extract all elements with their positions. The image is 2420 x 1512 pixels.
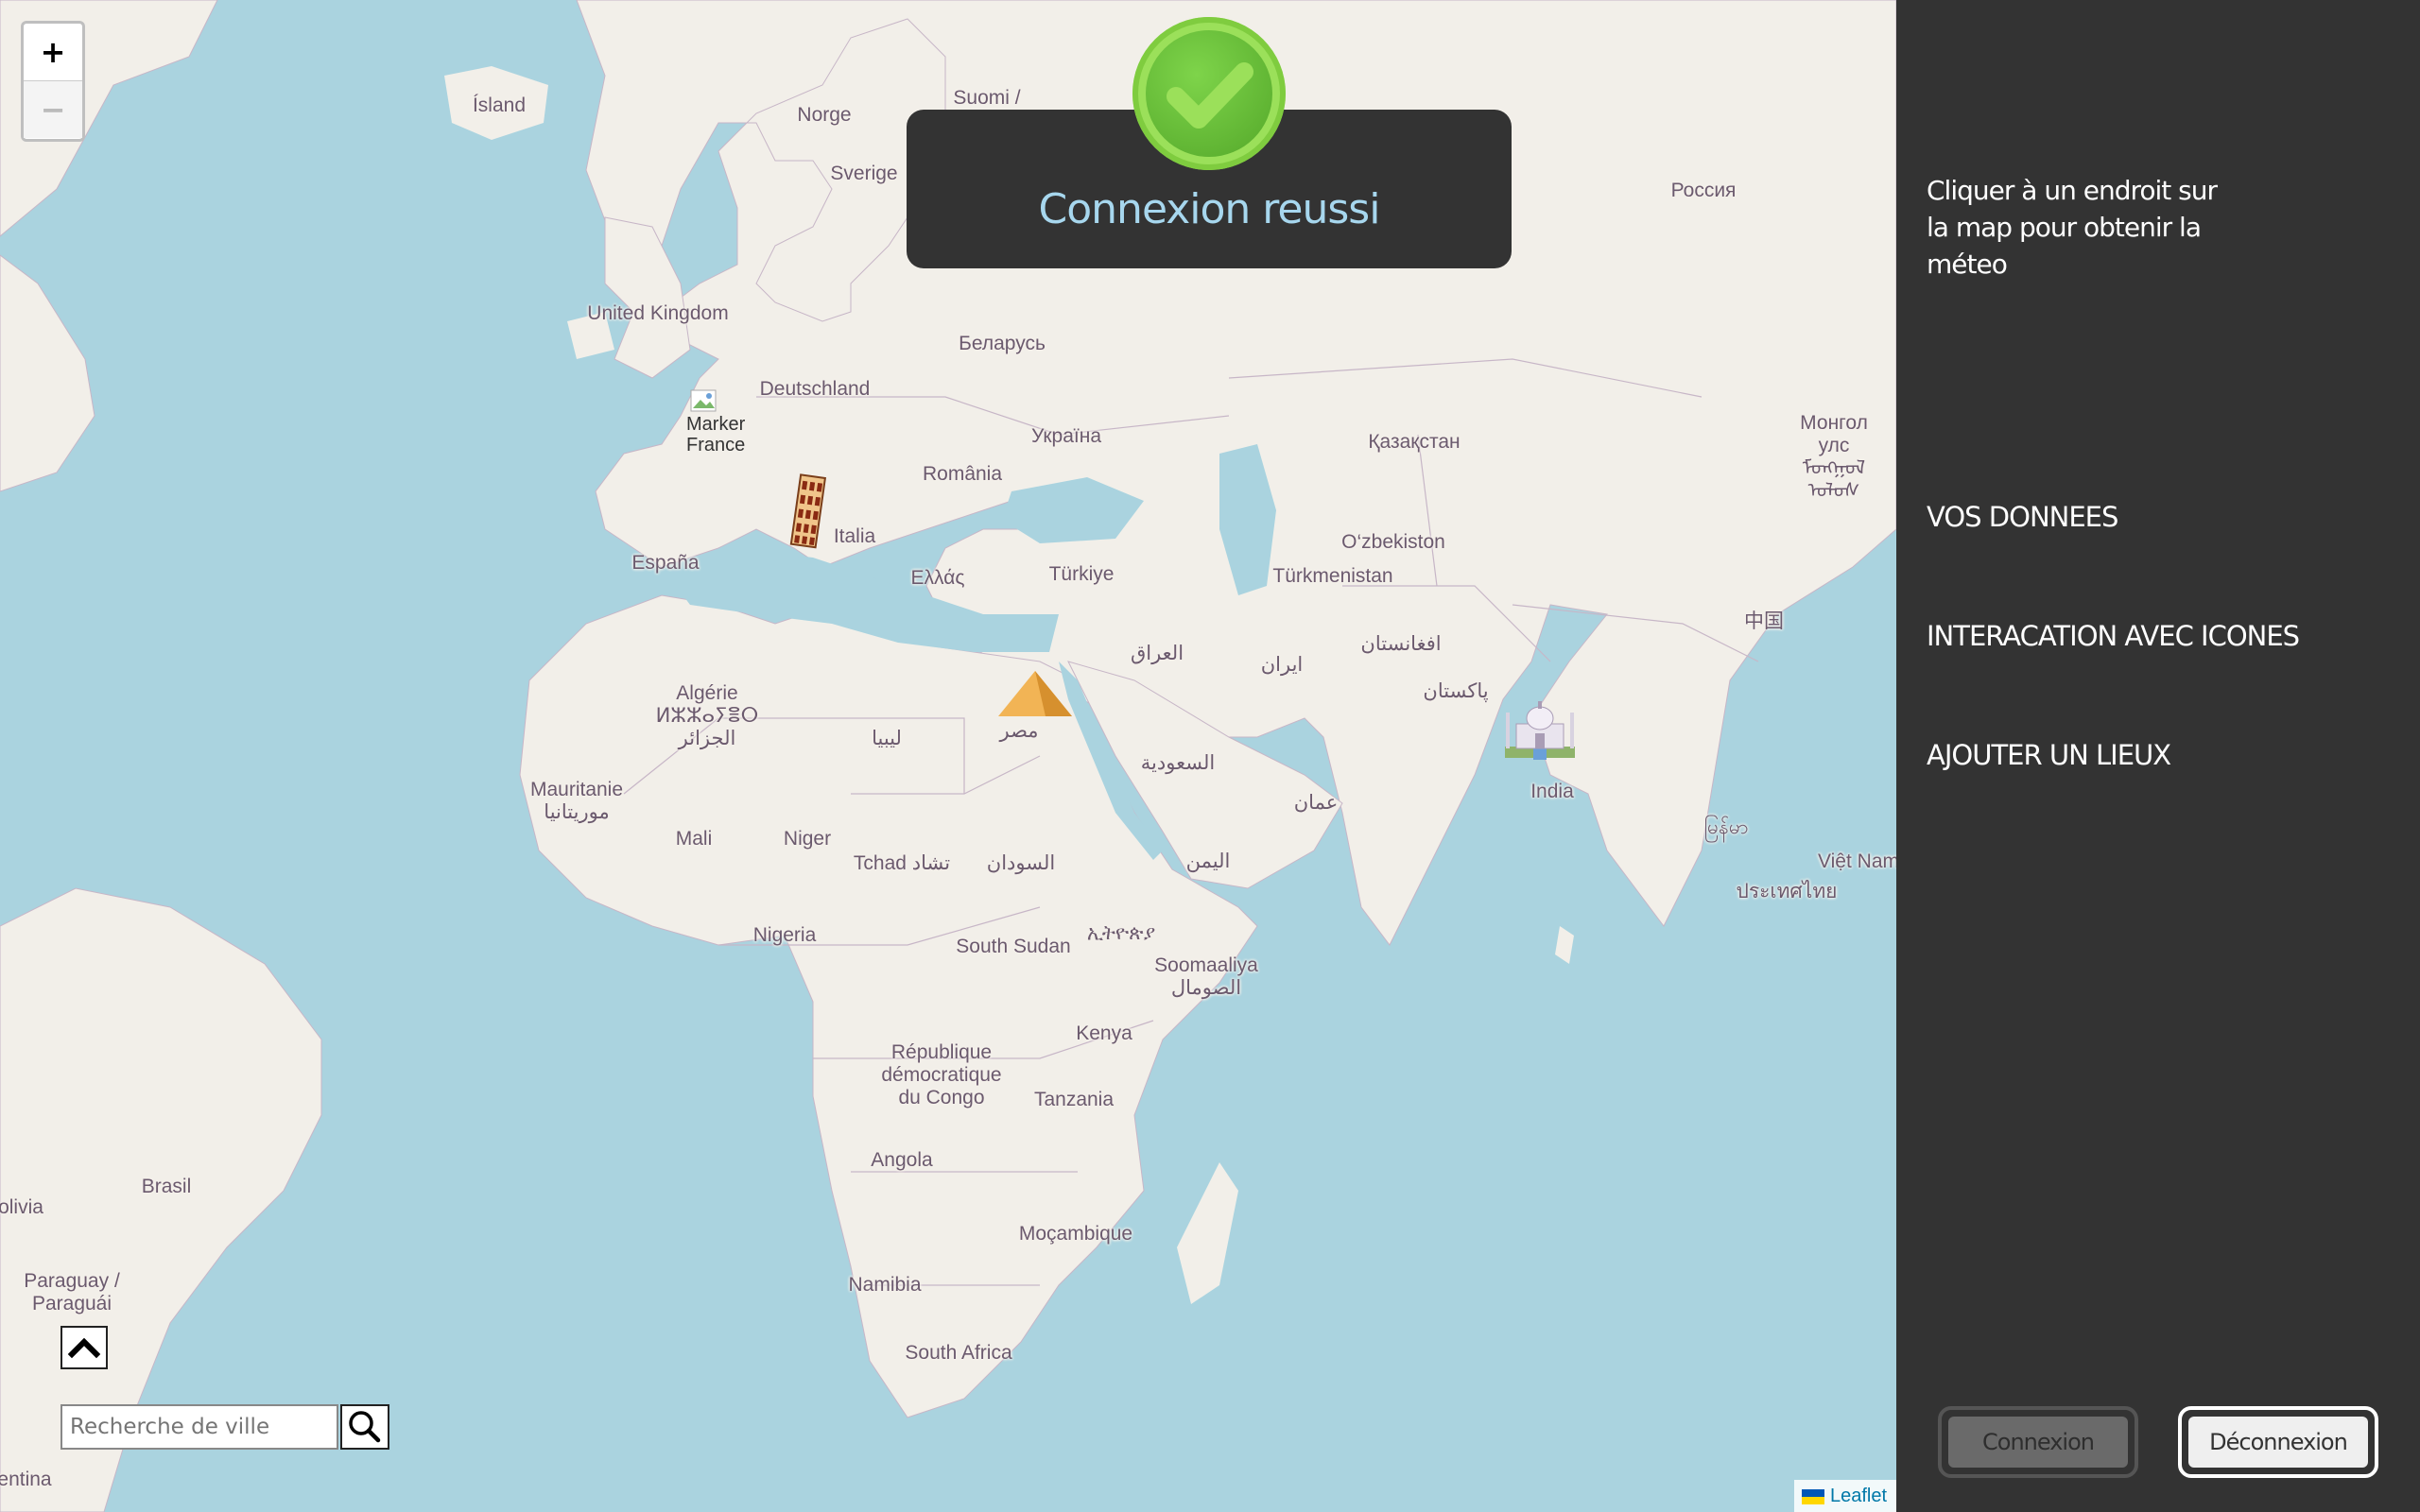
map-label-southsudan: South Sudan bbox=[956, 936, 1071, 957]
map-label-yemen: اليمن bbox=[1185, 850, 1231, 872]
map-label-oman: عمان bbox=[1293, 792, 1339, 814]
map-label-zhongguo: 中国 bbox=[1744, 610, 1784, 632]
map-label-ethiopia: ኢትዮጵያ bbox=[1086, 922, 1156, 944]
map-label-brasil: Brasil bbox=[141, 1176, 192, 1197]
map-label-bolivia: olivia bbox=[0, 1196, 43, 1218]
city-search-input[interactable] bbox=[60, 1404, 338, 1450]
map-label-southafrica: South Africa bbox=[905, 1342, 1012, 1364]
map-label-afghanistan: افغانستان bbox=[1360, 633, 1442, 655]
map-label-romania: România bbox=[922, 463, 1003, 485]
map-label-argentina: entina bbox=[0, 1469, 52, 1490]
map-label-ellas: Ελλάς bbox=[910, 567, 965, 589]
map-label-suomi: Suomi / bbox=[953, 87, 1021, 109]
map-label-kenya: Kenya bbox=[1076, 1022, 1132, 1044]
attribution-link[interactable]: Leaflet bbox=[1830, 1486, 1887, 1506]
map-label-turkmenistan: Türkmenistan bbox=[1272, 565, 1393, 587]
map-label-libya: ليبيا bbox=[872, 728, 902, 749]
map-label-nigeria: Nigeria bbox=[752, 924, 817, 946]
map-label-sudan: السودان bbox=[986, 852, 1056, 874]
map-label-angola: Angola bbox=[871, 1149, 933, 1171]
map-label-tanzania: Tanzania bbox=[1033, 1089, 1115, 1110]
map-label-rossiya: Россия bbox=[1670, 180, 1737, 201]
map-label-norge: Norge bbox=[797, 104, 852, 126]
map-label-island: Ísland bbox=[472, 94, 527, 116]
map-label-uzbekistan: O‘zbekiston bbox=[1341, 531, 1445, 553]
map-label-mozambique: Moçambique bbox=[1018, 1223, 1133, 1245]
zoom-in-button[interactable]: + bbox=[24, 24, 82, 82]
search-button[interactable] bbox=[340, 1404, 389, 1450]
map-label-sverige: Sverige bbox=[830, 163, 898, 184]
map-label-italia: Italia bbox=[833, 525, 876, 547]
menu-interaction-icones[interactable]: INTERACATION AVEC ICONES bbox=[1927, 620, 2300, 652]
marker-alt-text: Marker bbox=[686, 414, 746, 435]
map-label-espana: España bbox=[631, 552, 700, 574]
map-label-vietnam: Việt Nam bbox=[1818, 850, 1896, 872]
toast-message: Connexion reussi bbox=[1038, 185, 1381, 233]
login-button[interactable]: Connexion bbox=[1948, 1417, 2128, 1468]
map-label-misr: مصر bbox=[999, 720, 1039, 742]
map-attribution[interactable]: Leaflet bbox=[1794, 1480, 1896, 1512]
map-label-iran: ایران bbox=[1260, 654, 1304, 676]
pyramid-icon[interactable] bbox=[996, 669, 1074, 718]
leaning-tower-icon[interactable] bbox=[788, 471, 830, 550]
marker-country-label: France bbox=[686, 435, 746, 455]
map-label-iraq: العراق bbox=[1130, 643, 1184, 664]
map-label-saudi: السعودية bbox=[1140, 752, 1216, 774]
map-label-mali: Mali bbox=[675, 828, 713, 850]
zoom-control: + − bbox=[21, 21, 85, 142]
map-label-belarus: Беларусь bbox=[959, 333, 1046, 354]
logout-button[interactable]: Déconnexion bbox=[2188, 1417, 2368, 1468]
map-label-mauritanie: Mauritanie موريتانيا bbox=[529, 779, 624, 823]
france-marker[interactable]: Marker France bbox=[686, 389, 745, 455]
map-label-deutschland: Deutschland bbox=[759, 378, 871, 400]
map-label-namibia: Namibia bbox=[848, 1274, 922, 1296]
broken-image-icon bbox=[690, 389, 717, 412]
ukraine-flag-icon bbox=[1802, 1488, 1824, 1504]
search-icon bbox=[349, 1411, 381, 1443]
chevron-up-icon bbox=[67, 1337, 101, 1359]
map-label-paraguay: Paraguay / Paraguái bbox=[24, 1270, 120, 1314]
taj-mahal-icon[interactable] bbox=[1503, 696, 1577, 760]
map-label-tchad: Tchad تشاد bbox=[853, 852, 951, 874]
zoom-out-button[interactable]: − bbox=[24, 81, 82, 138]
logout-button-frame: Déconnexion bbox=[2178, 1406, 2378, 1478]
map-label-turkiye: Türkiye bbox=[1048, 563, 1115, 585]
map-label-pakistan: پاکستان bbox=[1423, 680, 1489, 702]
map-label-algerie: Algérie ⵍⵣⵣⴰⵢⴻⵔ الجزائر bbox=[655, 682, 759, 749]
map-label-rdc: République démocratique du Congo bbox=[881, 1041, 1002, 1108]
menu-ajouter-lieux[interactable]: AJOUTER UN LIEUX bbox=[1927, 739, 2171, 771]
login-button-frame: Connexion bbox=[1938, 1406, 2138, 1478]
map-label-mongol: Монгол улс ᠮᠣᠩᠭᠣᠯ ᠤᠯᠤᠰ bbox=[1800, 412, 1868, 502]
map-label-myanmar: မြန်မာ bbox=[1703, 816, 1749, 838]
map-label-india: India bbox=[1530, 781, 1574, 802]
success-check-icon bbox=[1132, 17, 1286, 170]
expand-up-button[interactable] bbox=[60, 1326, 108, 1369]
map-label-kazakhstan: Қазақстан bbox=[1368, 431, 1461, 453]
map-label-niger: Niger bbox=[783, 828, 832, 850]
map-label-thailand: ประเทศไทย bbox=[1736, 881, 1838, 902]
sidebar: Cliquer à un endroit sur la map pour obt… bbox=[1896, 0, 2420, 1512]
map-label-ukraina: Україна bbox=[1030, 425, 1102, 447]
map-label-uk: United Kingdom bbox=[587, 302, 729, 324]
weather-hint: Cliquer à un endroit sur la map pour obt… bbox=[1927, 175, 2218, 280]
menu-vos-donnees[interactable]: VOS DONNEES bbox=[1927, 501, 2118, 533]
map-label-somalia: Soomaaliya الصومال bbox=[1154, 954, 1258, 999]
